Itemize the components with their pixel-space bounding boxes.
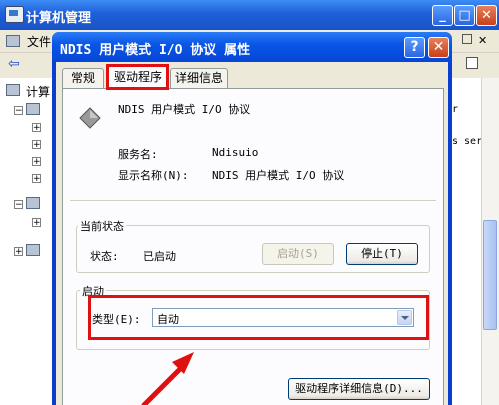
driver-details-button[interactable]: 驱动程序详细信息(D)... — [288, 378, 430, 400]
status-value: 已启动 — [143, 250, 176, 263]
device-name: NDIS 用户模式 I/O 协议 — [118, 103, 251, 116]
tree-expander[interactable]: + — [14, 247, 23, 257]
menu-close-icon[interactable]: ✕ — [478, 34, 487, 47]
maximize-button[interactable]: □ — [454, 5, 475, 26]
computer-icon — [6, 84, 20, 96]
tree-expander[interactable]: + — [32, 140, 41, 150]
menu-window-icon — [6, 35, 20, 47]
tree-expander[interactable]: + — [32, 218, 41, 228]
minimize-button[interactable]: _ — [432, 5, 453, 26]
tree-root-label[interactable]: 计算 — [26, 83, 50, 100]
tab-details[interactable]: 详细信息 — [170, 68, 228, 88]
tab-general[interactable]: 常规 — [62, 68, 104, 88]
status-label: 状态: — [90, 250, 119, 263]
tree-expander[interactable]: − — [14, 200, 23, 210]
back-arrow-icon[interactable]: ⇦ — [8, 56, 20, 72]
start-button[interactable]: 启动(S) — [262, 243, 334, 265]
driver-tab-highlight — [106, 64, 169, 90]
close-button[interactable]: ✕ — [476, 5, 497, 26]
tree-expander[interactable]: + — [32, 157, 41, 167]
computer-management-icon — [5, 6, 24, 23]
scrollbar-thumb[interactable] — [483, 220, 497, 330]
toolbar-view-icon[interactable] — [466, 57, 478, 69]
service-name-label: 服务名: — [118, 148, 158, 161]
bg-list-fragment: r — [452, 104, 459, 115]
storage-icon — [26, 197, 40, 209]
services-icon — [26, 244, 40, 256]
tools-icon — [26, 103, 40, 115]
tree-expander[interactable]: + — [32, 174, 41, 184]
display-name-value: NDIS 用户模式 I/O 协议 — [212, 169, 345, 182]
dialog-titlebar[interactable]: NDIS 用户模式 I/O 协议 属性 ? ✕ — [52, 32, 452, 62]
service-name-value: Ndisuio — [212, 146, 259, 159]
bg-window-titlebar[interactable]: 计算机管理 _ □ ✕ — [0, 0, 499, 30]
status-group-title: 当前状态 — [78, 218, 126, 234]
display-name-label: 显示名称(N): — [118, 169, 189, 182]
stop-button[interactable]: 停止(T) — [346, 243, 418, 265]
network-protocol-icon — [79, 107, 101, 129]
tree-expander[interactable]: − — [14, 106, 23, 116]
menu-restore-icon[interactable] — [462, 34, 472, 44]
annotation-arrow-icon — [141, 352, 194, 405]
dialog-close-button[interactable]: ✕ — [428, 37, 449, 58]
tree-expander[interactable]: + — [32, 123, 41, 133]
console-tree: 计算 − + + + + − + + — [0, 78, 58, 405]
menu-file[interactable]: 文件 — [27, 33, 51, 50]
bg-window-title: 计算机管理 — [26, 11, 92, 26]
help-button[interactable]: ? — [404, 37, 425, 58]
separator — [70, 200, 436, 202]
dialog-title: NDIS 用户模式 I/O 协议 属性 — [60, 43, 251, 58]
bg-list-fragment: s ser — [452, 136, 483, 147]
